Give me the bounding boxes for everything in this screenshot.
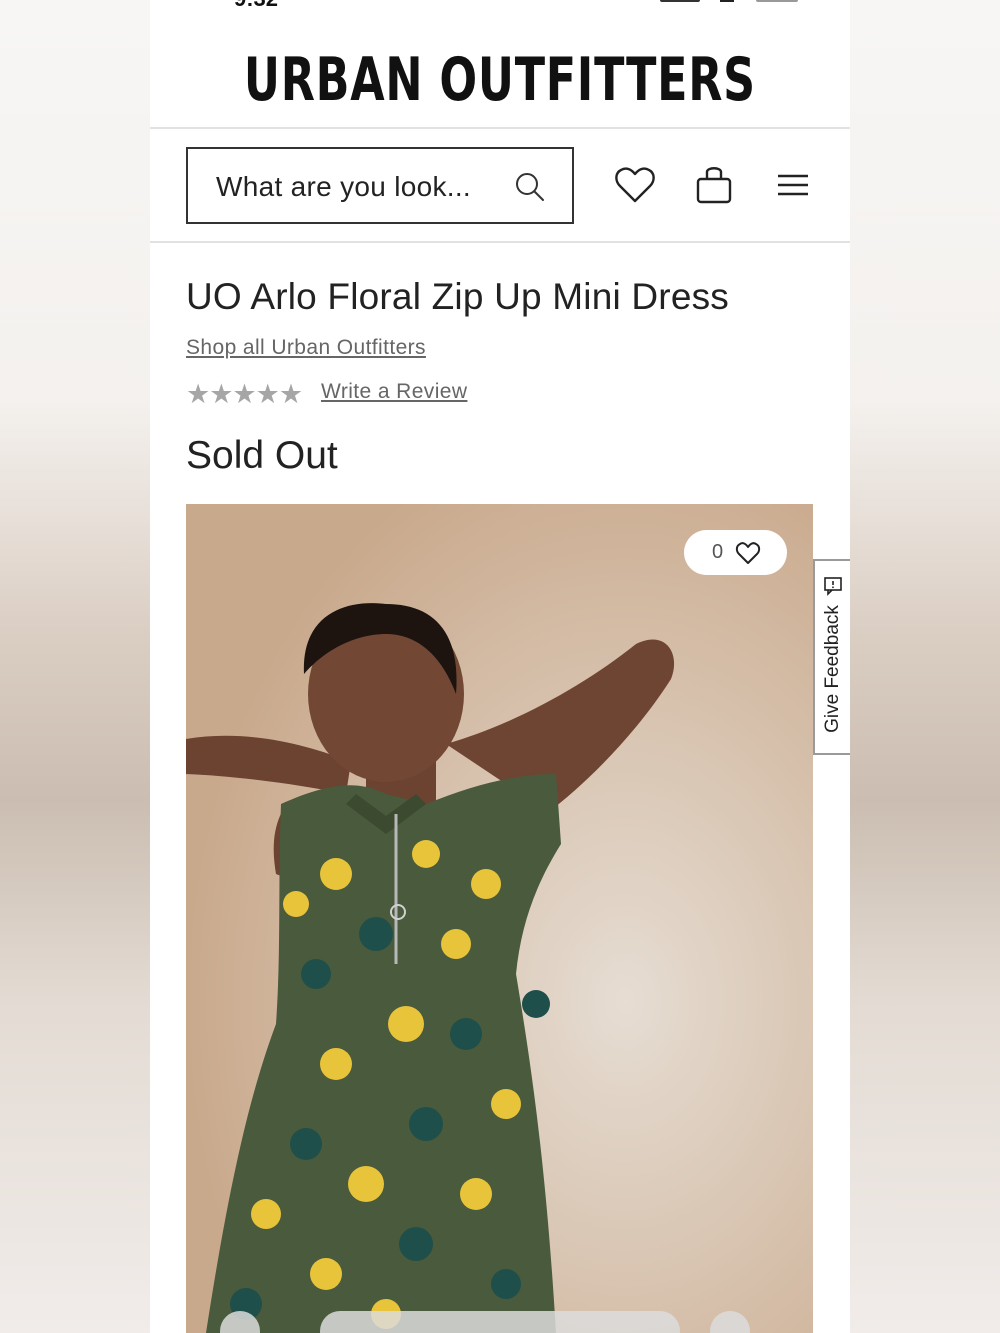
status-bar: 9:32 — [150, 0, 850, 11]
give-feedback-label: Give Feedback — [822, 604, 843, 733]
wishlist-button[interactable]: 0 — [684, 530, 787, 575]
background-blur-left — [0, 0, 150, 1333]
shop-all-link[interactable]: Shop all Urban Outfitters — [186, 336, 426, 360]
product-image[interactable]: 0 — [186, 504, 813, 1333]
write-review-link[interactable]: Write a Review — [321, 380, 467, 404]
feedback-icon — [824, 577, 842, 596]
wifi-icon — [720, 0, 734, 2]
brand-logo[interactable]: URBAN OUTFITTERS — [150, 40, 850, 120]
product-page: 9:32 URBAN OUTFITTERS What are you look.… — [150, 0, 850, 1333]
wishlist-count: 0 — [712, 541, 724, 563]
product-title: UO Arlo Floral Zip Up Mini Dress — [186, 276, 730, 317]
header-divider — [150, 127, 850, 129]
background-blur-right — [850, 0, 1000, 1333]
carousel-indicator[interactable] — [320, 1311, 680, 1333]
status-icons — [660, 0, 800, 4]
signal-icon — [660, 0, 700, 2]
search-icon[interactable] — [514, 171, 546, 203]
bag-icon[interactable] — [691, 162, 737, 208]
availability-status: Sold Out — [186, 434, 338, 477]
give-feedback-tab[interactable]: Give Feedback — [813, 559, 850, 755]
menu-icon[interactable] — [770, 162, 816, 208]
brand-logo-text: URBAN OUTFITTERS — [244, 45, 756, 115]
status-time: 9:32 — [234, 0, 278, 12]
search-placeholder: What are you look... — [216, 171, 472, 202]
battery-icon — [756, 0, 798, 2]
search-input[interactable]: What are you look... — [186, 147, 574, 224]
search-divider — [150, 241, 850, 243]
rating-stars[interactable]: ★★★★★ — [186, 379, 303, 410]
heart-icon — [735, 542, 761, 564]
model-photo — [186, 504, 813, 1333]
heart-icon[interactable] — [612, 162, 658, 208]
